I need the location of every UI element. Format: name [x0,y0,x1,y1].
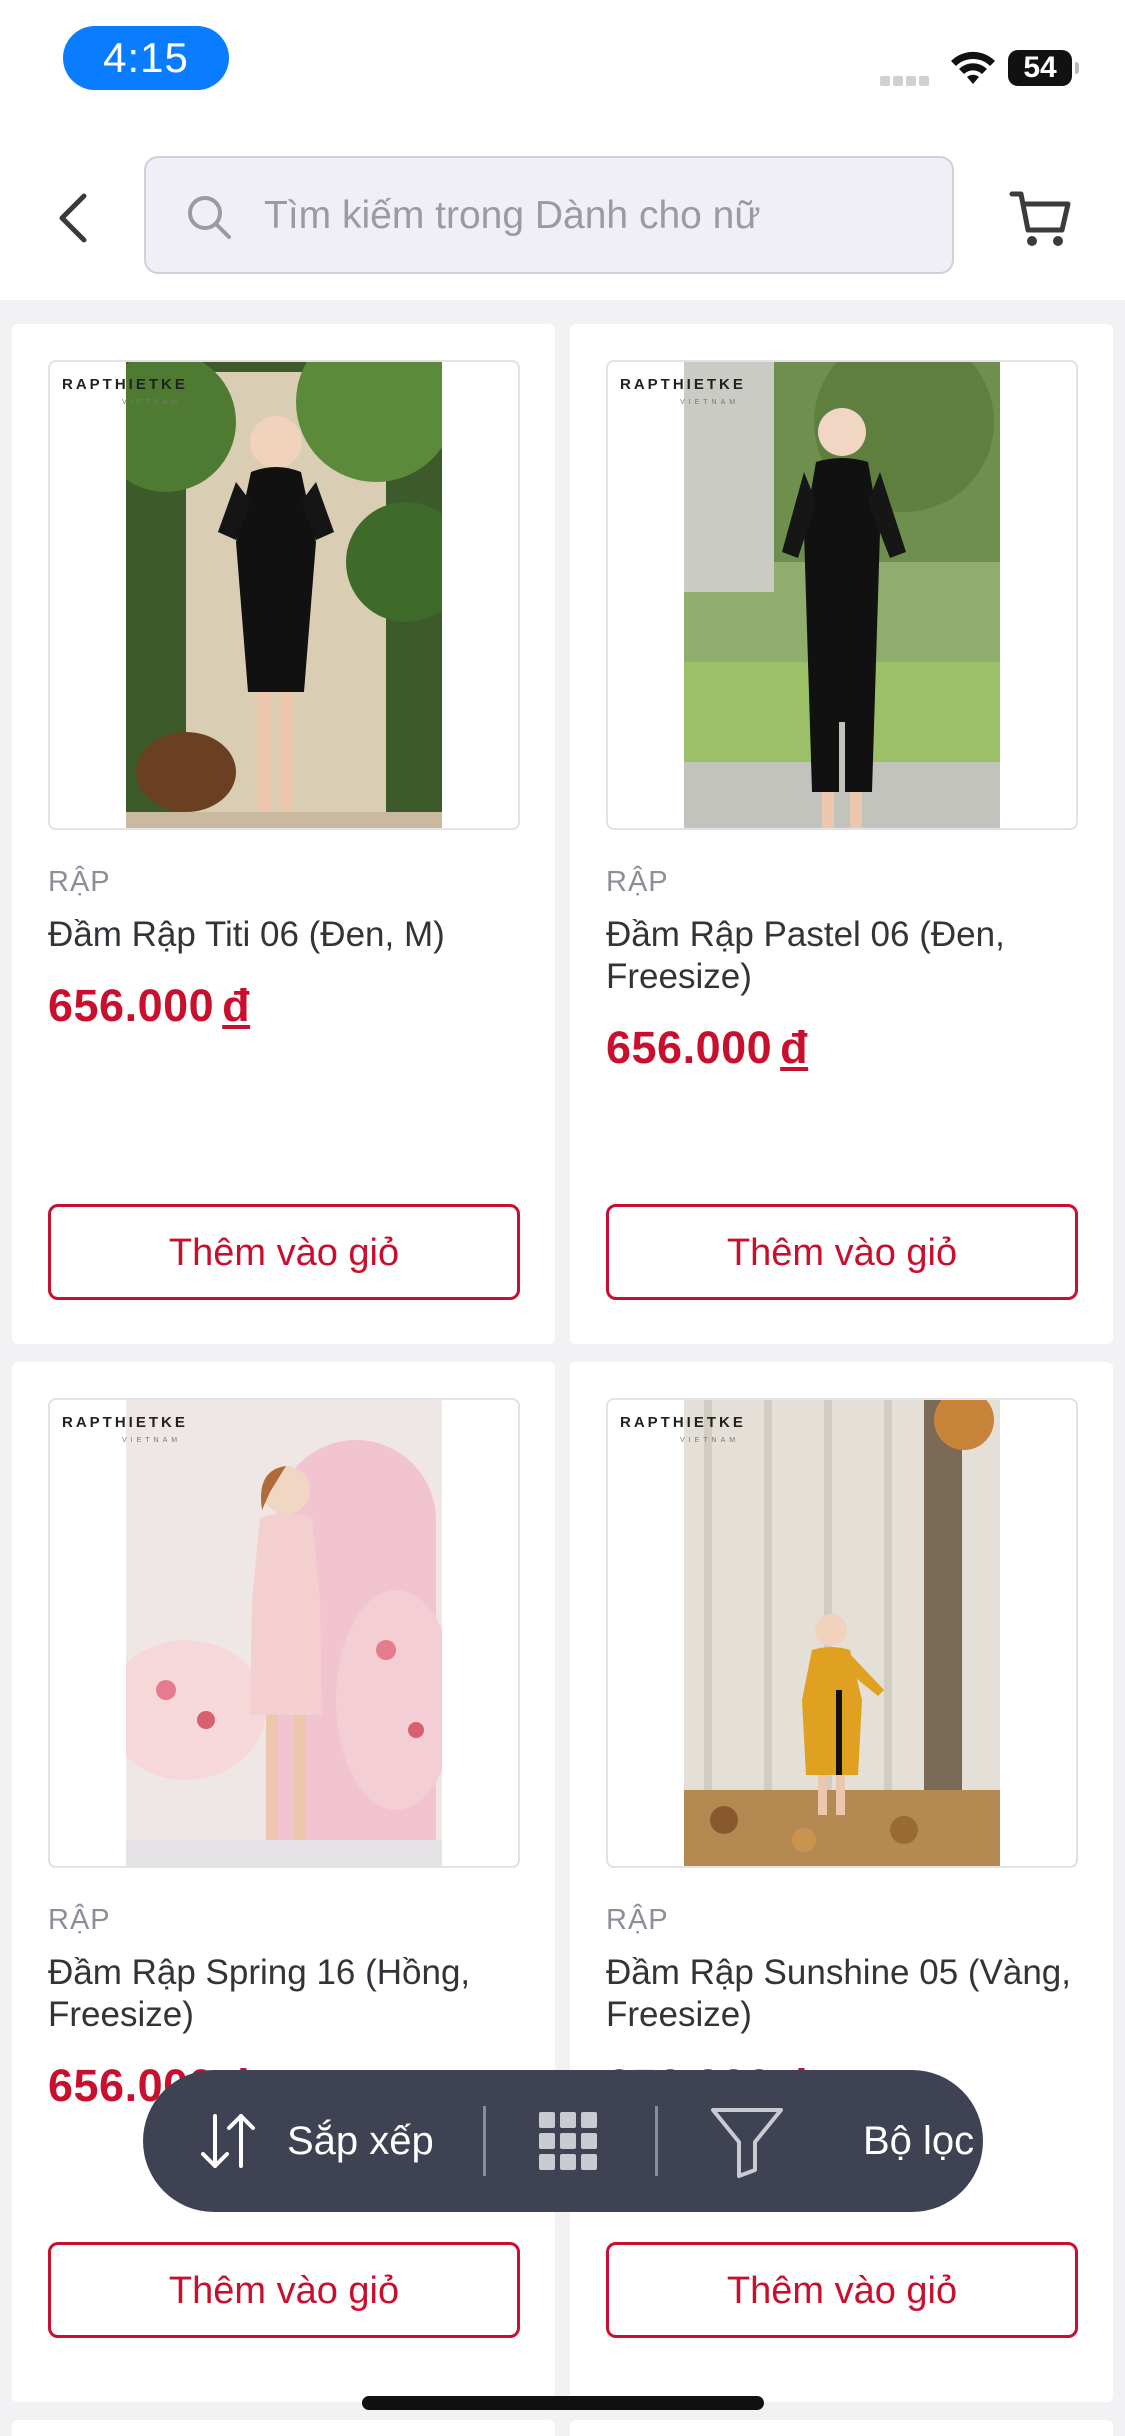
sort-button[interactable]: Sắp xếp [143,2070,483,2212]
brand-logo: RAPTHIETKE VIETNAM [620,1414,746,1444]
brand-logo: RAPTHIETKE VIETNAM [620,376,746,406]
status-time: 4:15 [63,26,229,90]
floating-toolbar: Sắp xếp Bộ lọc [143,2070,983,2212]
product-category: RẬP [48,866,111,898]
product-card[interactable]: RAPTHIETKE VIETNAM RẬP Đầm Rập Sunshine 0… [570,1362,1113,2402]
grid-icon[interactable] [537,2110,599,2172]
product-card[interactable]: RAPTHIETKE VIETNAM RẬP Đầm Rập Spring 16 … [12,1362,555,2402]
product-card[interactable] [12,2420,555,2436]
sort-icon [201,2114,255,2168]
back-icon[interactable] [50,188,100,248]
product-category: RẬP [606,866,669,898]
product-image[interactable]: RAPTHIETKE VIETNAM [48,360,520,830]
toolbar-divider [655,2106,658,2176]
cellular-signal-icon [880,68,936,86]
product-photo [684,362,1000,828]
add-to-cart-button[interactable]: Thêm vào giỏ [48,2242,520,2338]
filter-label: Bộ lọc [863,2119,975,2163]
filter-button[interactable]: Bộ lọc [663,2070,983,2212]
product-title[interactable]: Đầm Rập Pastel 06 (Đen, Freesize) [606,914,1076,998]
home-indicator [362,2396,764,2410]
product-image[interactable]: RAPTHIETKE VIETNAM [606,360,1078,830]
product-title[interactable]: Đầm Rập Titi 06 (Đen, M) [48,914,518,956]
photo-dress-pink-flowers [126,1400,442,1866]
add-to-cart-button[interactable]: Thêm vào giỏ [606,1204,1078,1300]
photo-dress-black-garden [126,362,442,828]
product-photo [126,1400,442,1866]
product-card[interactable]: RAPTHIETKE VIETNAM RẬP Đầm Rập Pastel 06 … [570,324,1113,1344]
product-price: 656.000đ [606,1022,809,1073]
product-card[interactable]: RAPTHIETKE VIETNAM RẬP Đầm Rập Titi 06 (Đ… [12,324,555,1344]
product-title[interactable]: Đầm Rập Spring 16 (Hồng, Freesize) [48,1952,518,2036]
product-title[interactable]: Đầm Rập Sunshine 05 (Vàng, Freesize) [606,1952,1076,2036]
brand-logo: RAPTHIETKE VIETNAM [62,376,188,406]
brand-logo: RAPTHIETKE VIETNAM [62,1414,188,1444]
battery-icon: 54 [1008,50,1079,86]
product-image[interactable]: RAPTHIETKE VIETNAM [48,1398,520,1868]
product-price: 656.000đ [48,980,251,1031]
header-bar [0,140,1125,300]
filter-icon [711,2108,783,2178]
product-image[interactable]: RAPTHIETKE VIETNAM [606,1398,1078,1868]
search-icon [188,196,231,239]
search-box[interactable] [144,156,954,274]
photo-dress-black-park [684,362,1000,828]
add-to-cart-button[interactable]: Thêm vào giỏ [48,1204,520,1300]
add-to-cart-button[interactable]: Thêm vào giỏ [606,2242,1078,2338]
product-category: RẬP [48,1904,111,1936]
status-bar: 4:15 54 [0,0,1125,140]
wifi-icon [951,51,995,84]
toolbar-divider [483,2106,486,2176]
product-card[interactable] [570,2420,1113,2436]
product-category: RẬP [606,1904,669,1936]
cart-icon[interactable] [1008,186,1072,250]
photo-dress-yellow-tree [684,1400,1000,1866]
product-photo [126,362,442,828]
product-photo [684,1400,1000,1866]
sort-label: Sắp xếp [287,2119,434,2163]
search-input[interactable] [262,158,916,274]
